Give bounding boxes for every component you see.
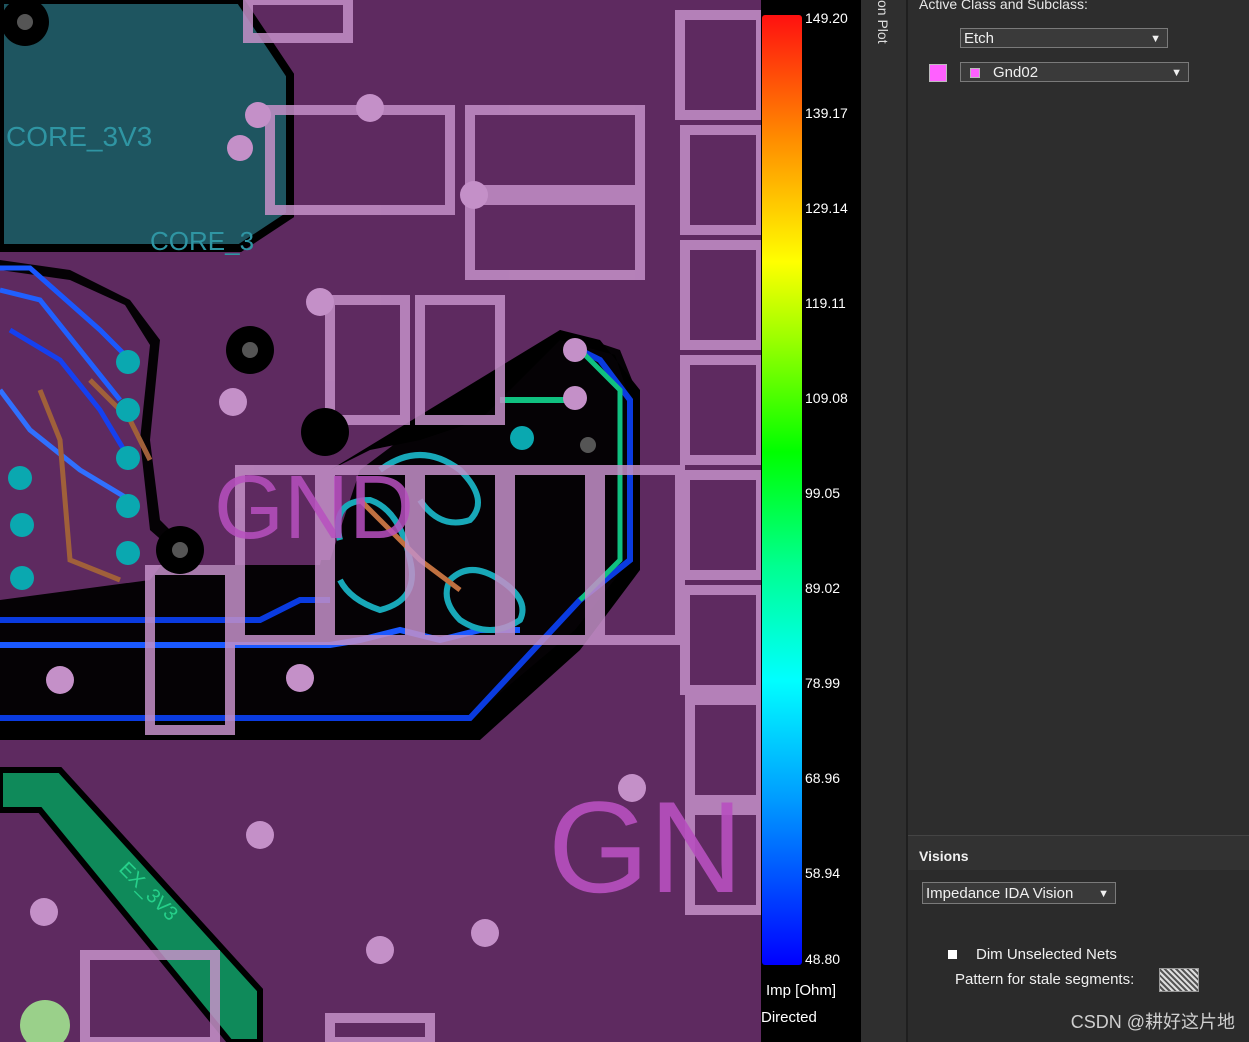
legend-tick: 99.05 (805, 485, 841, 501)
legend-tick: 89.02 (805, 580, 841, 596)
visions-header[interactable]: Visions (908, 835, 1249, 870)
stale-pattern-swatch[interactable] (1159, 968, 1199, 992)
gnd-label-small: GND (214, 458, 414, 558)
legend-tick: 129.14 (805, 200, 848, 216)
vision-select-value: Impedance IDA Vision (926, 885, 1074, 902)
legend-tick: 48.80 (805, 951, 841, 967)
legend-tick: 139.17 (805, 105, 848, 121)
legend-tick: 119.11 (805, 295, 846, 311)
legend-mode: Directed (761, 1009, 817, 1026)
subclass-color-swatch[interactable] (929, 64, 947, 82)
legend-unit: Imp [Ohm] (766, 982, 837, 999)
chevron-down-icon: ▼ (1150, 33, 1161, 45)
pcb-drawing[interactable]: CORE_3V3 CORE_3 GND GN EX_3V3 (0, 0, 761, 1042)
stale-pattern-label: Pattern for stale segments: (955, 971, 1135, 988)
visions-title: Visions (919, 848, 969, 864)
chevron-down-icon: ▼ (1098, 888, 1109, 900)
side-strip: on Plot (861, 0, 906, 1042)
gnd-label-big: GN (548, 774, 743, 920)
vision-select[interactable]: Impedance IDA Vision ▼ (922, 882, 1116, 904)
legend-tick: 58.94 (805, 865, 841, 881)
subclass-select-value: Gnd02 (993, 64, 1039, 81)
legend-tick: 109.08 (805, 390, 848, 406)
subclass-color-icon (970, 68, 980, 78)
legend-tick: 78.99 (805, 675, 841, 691)
pcb-canvas[interactable]: CORE_3V3 CORE_3 GND GN EX_3V3 (0, 0, 761, 1042)
core-label-b: CORE_3 (150, 226, 254, 256)
subclass-select[interactable]: Gnd02 ▼ (960, 62, 1189, 82)
class-select-value: Etch (964, 30, 995, 47)
options-panel: Active Class and Subclass: Etch ▼ Gnd02 … (906, 0, 1249, 835)
active-class-heading: Active Class and Subclass: (919, 0, 1088, 12)
chevron-down-icon: ▼ (1171, 67, 1182, 79)
class-select[interactable]: Etch ▼ (960, 28, 1168, 48)
color-scale-bar (762, 15, 802, 965)
legend-tick: 149.20 (805, 10, 848, 26)
legend-tick: 68.96 (805, 770, 841, 786)
core-label-a: CORE_3V3 (6, 121, 152, 152)
dim-unselected-label: Dim Unselected Nets (976, 946, 1117, 963)
dim-unselected-checkbox[interactable] (948, 950, 957, 959)
side-title: on Plot (875, 0, 891, 44)
impedance-legend: 149.20 139.17 129.14 119.11 109.08 99.05… (761, 0, 861, 1042)
watermark: CSDN @耕好这片地 (1070, 1012, 1235, 1032)
